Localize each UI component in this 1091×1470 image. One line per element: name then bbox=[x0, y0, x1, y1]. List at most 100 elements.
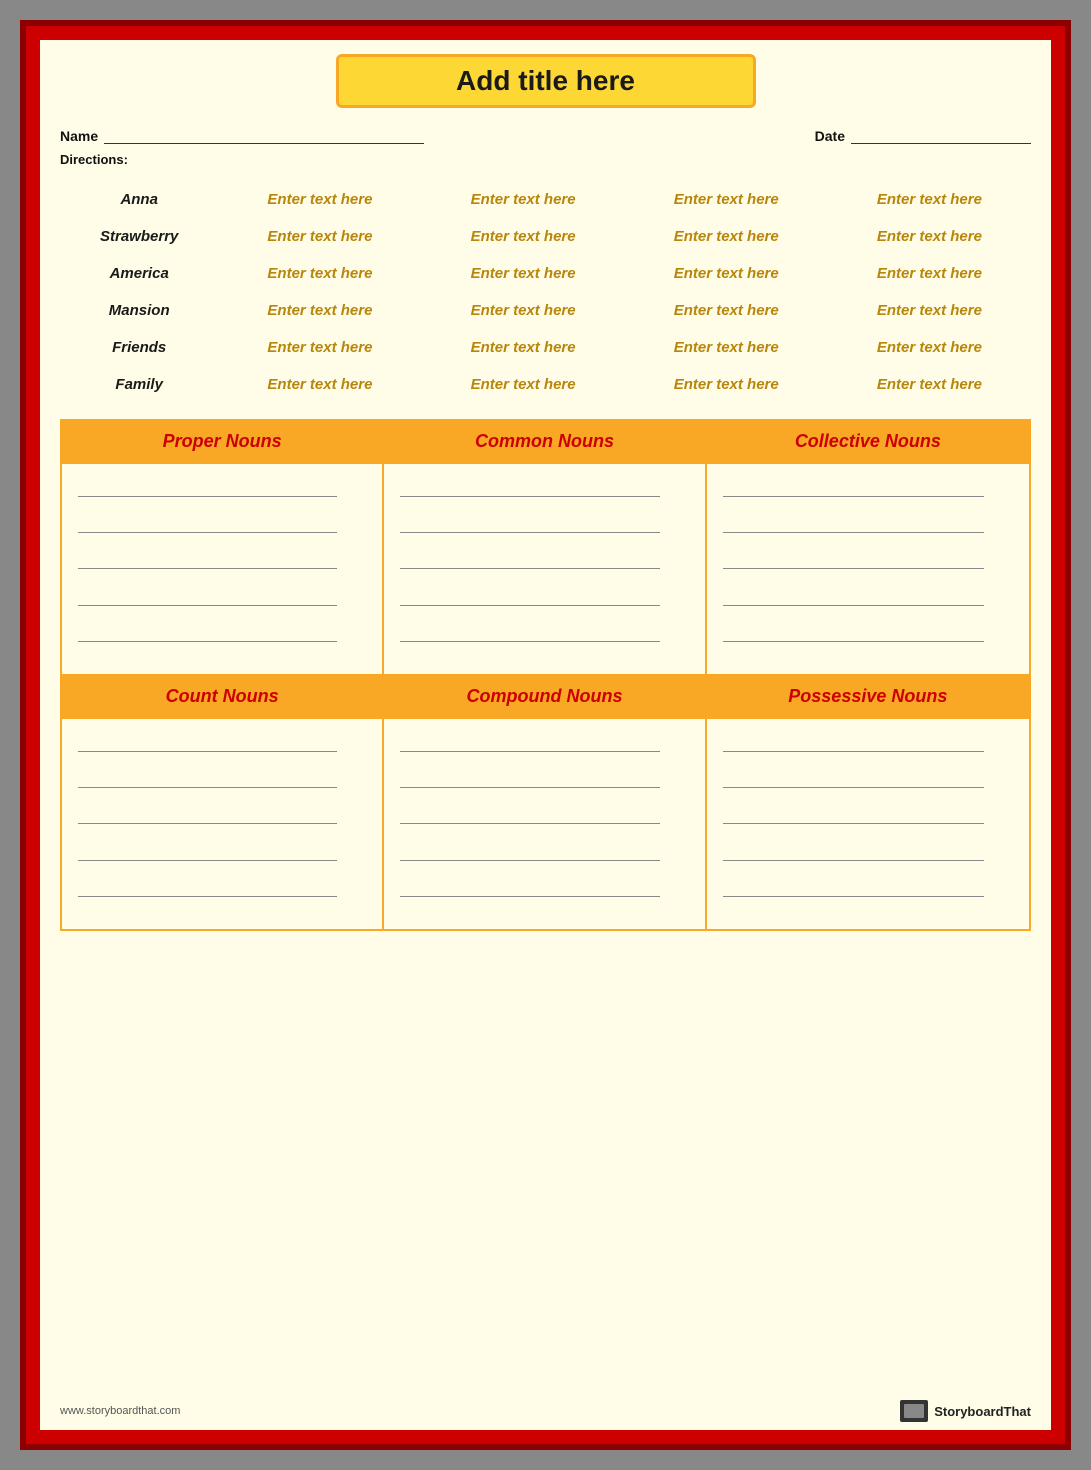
entry-cell[interactable]: Enter text here bbox=[828, 329, 1031, 366]
table-row: FamilyEnter text hereEnter text hereEnte… bbox=[60, 366, 1031, 403]
category-body bbox=[62, 719, 382, 929]
entry-cell[interactable]: Enter text here bbox=[422, 255, 625, 292]
write-line[interactable] bbox=[723, 896, 984, 897]
brand-icon bbox=[900, 1400, 928, 1422]
entry-cell[interactable]: Enter text here bbox=[218, 218, 421, 255]
word-cell: America bbox=[60, 255, 218, 292]
write-line[interactable] bbox=[78, 896, 337, 897]
category-header: Proper Nouns bbox=[62, 421, 382, 464]
write-line[interactable] bbox=[78, 823, 337, 824]
entry-cell[interactable]: Enter text here bbox=[422, 366, 625, 403]
write-line[interactable] bbox=[400, 641, 659, 642]
write-line[interactable] bbox=[400, 860, 659, 861]
write-line[interactable] bbox=[78, 860, 337, 861]
directions: Directions: bbox=[60, 152, 1031, 167]
word-cell: Mansion bbox=[60, 292, 218, 329]
category-body bbox=[62, 464, 382, 674]
page-title[interactable]: Add title here bbox=[359, 65, 733, 97]
category-box: Possessive Nouns bbox=[707, 676, 1029, 929]
footer-url: www.storyboardthat.com bbox=[60, 1405, 180, 1417]
write-line[interactable] bbox=[723, 751, 984, 752]
category-body bbox=[384, 464, 704, 674]
footer: www.storyboardthat.com StoryboardThat bbox=[60, 1400, 1031, 1422]
entry-cell[interactable]: Enter text here bbox=[625, 181, 828, 218]
name-label: Name bbox=[60, 128, 98, 144]
entry-cell[interactable]: Enter text here bbox=[218, 366, 421, 403]
category-header: Count Nouns bbox=[62, 676, 382, 719]
word-cell: Family bbox=[60, 366, 218, 403]
name-field: Name bbox=[60, 126, 424, 144]
entry-cell[interactable]: Enter text here bbox=[218, 255, 421, 292]
entry-cell[interactable]: Enter text here bbox=[218, 181, 421, 218]
entry-cell[interactable]: Enter text here bbox=[625, 366, 828, 403]
write-line[interactable] bbox=[78, 787, 337, 788]
category-box: Count Nouns bbox=[62, 676, 384, 929]
name-underline[interactable] bbox=[104, 126, 424, 144]
category-header: Common Nouns bbox=[384, 421, 704, 464]
table-row: AmericaEnter text hereEnter text hereEnt… bbox=[60, 255, 1031, 292]
date-underline[interactable] bbox=[851, 126, 1031, 144]
write-line[interactable] bbox=[723, 860, 984, 861]
date-field: Date bbox=[815, 126, 1031, 144]
write-line[interactable] bbox=[723, 823, 984, 824]
write-line[interactable] bbox=[723, 568, 984, 569]
table-row: MansionEnter text hereEnter text hereEnt… bbox=[60, 292, 1031, 329]
entry-cell[interactable]: Enter text here bbox=[625, 218, 828, 255]
write-line[interactable] bbox=[723, 496, 984, 497]
write-line[interactable] bbox=[400, 605, 659, 606]
write-line[interactable] bbox=[78, 496, 337, 497]
brand-icon-inner bbox=[904, 1404, 924, 1418]
write-line[interactable] bbox=[400, 496, 659, 497]
write-line[interactable] bbox=[400, 568, 659, 569]
write-line[interactable] bbox=[723, 641, 984, 642]
category-box: Compound Nouns bbox=[384, 676, 706, 929]
write-line[interactable] bbox=[723, 787, 984, 788]
write-line[interactable] bbox=[400, 787, 659, 788]
category-header: Compound Nouns bbox=[384, 676, 704, 719]
table-row: FriendsEnter text hereEnter text hereEnt… bbox=[60, 329, 1031, 366]
entry-cell[interactable]: Enter text here bbox=[422, 181, 625, 218]
write-line[interactable] bbox=[400, 751, 659, 752]
write-line[interactable] bbox=[78, 751, 337, 752]
footer-brand: StoryboardThat bbox=[900, 1400, 1031, 1422]
entry-cell[interactable]: Enter text here bbox=[828, 366, 1031, 403]
word-cell: Friends bbox=[60, 329, 218, 366]
entry-cell[interactable]: Enter text here bbox=[625, 292, 828, 329]
entry-cell[interactable]: Enter text here bbox=[828, 255, 1031, 292]
category-body bbox=[384, 719, 704, 929]
table-row: StrawberryEnter text hereEnter text here… bbox=[60, 218, 1031, 255]
category-body bbox=[707, 464, 1029, 674]
category-body bbox=[707, 719, 1029, 929]
write-line[interactable] bbox=[400, 896, 659, 897]
entry-cell[interactable]: Enter text here bbox=[828, 218, 1031, 255]
word-table: AnnaEnter text hereEnter text hereEnter … bbox=[60, 181, 1031, 403]
write-line[interactable] bbox=[723, 532, 984, 533]
entry-cell[interactable]: Enter text here bbox=[422, 329, 625, 366]
category-box: Proper Nouns bbox=[62, 421, 384, 674]
categories-bottom: Count NounsCompound NounsPossessive Noun… bbox=[60, 676, 1031, 931]
entry-cell[interactable]: Enter text here bbox=[218, 292, 421, 329]
write-line[interactable] bbox=[400, 823, 659, 824]
table-row: AnnaEnter text hereEnter text hereEnter … bbox=[60, 181, 1031, 218]
entry-cell[interactable]: Enter text here bbox=[218, 329, 421, 366]
category-header: Possessive Nouns bbox=[707, 676, 1029, 719]
inner-content: Add title here Name Date Directions: Ann… bbox=[40, 40, 1051, 1430]
write-line[interactable] bbox=[78, 532, 337, 533]
write-line[interactable] bbox=[78, 568, 337, 569]
entry-cell[interactable]: Enter text here bbox=[828, 292, 1031, 329]
category-box: Collective Nouns bbox=[707, 421, 1029, 674]
entry-cell[interactable]: Enter text here bbox=[422, 292, 625, 329]
write-line[interactable] bbox=[400, 532, 659, 533]
write-line[interactable] bbox=[78, 605, 337, 606]
entry-cell[interactable]: Enter text here bbox=[828, 181, 1031, 218]
category-header: Collective Nouns bbox=[707, 421, 1029, 464]
write-line[interactable] bbox=[723, 605, 984, 606]
meta-row: Name Date bbox=[60, 126, 1031, 144]
entry-cell[interactable]: Enter text here bbox=[422, 218, 625, 255]
entry-cell[interactable]: Enter text here bbox=[625, 255, 828, 292]
word-cell: Anna bbox=[60, 181, 218, 218]
categories-top: Proper NounsCommon NounsCollective Nouns bbox=[60, 419, 1031, 676]
write-line[interactable] bbox=[78, 641, 337, 642]
entry-cell[interactable]: Enter text here bbox=[625, 329, 828, 366]
brand-name: StoryboardThat bbox=[934, 1404, 1031, 1419]
